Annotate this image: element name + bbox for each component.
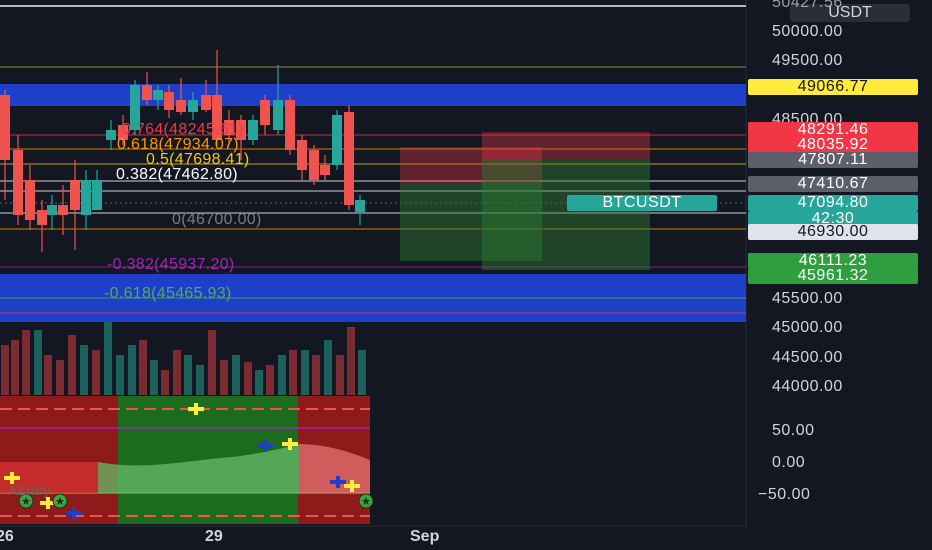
trade-marker-icon (46, 497, 50, 509)
short-position-stop (482, 132, 650, 160)
volume-bar (220, 360, 228, 395)
volume-bar (116, 355, 124, 395)
volume-bar (11, 340, 19, 395)
volume-bar (289, 350, 297, 395)
candle (248, 120, 258, 140)
volume-bar (278, 355, 286, 395)
candle (47, 205, 57, 215)
price-axis-label: 50000.00 (772, 23, 843, 40)
price-axis-label: 45500.00 (772, 290, 843, 307)
trade-marker-icon (288, 438, 292, 450)
volume-bar (139, 340, 147, 395)
short-position-target (482, 160, 650, 270)
candle (273, 100, 283, 130)
volume-bar (44, 355, 52, 395)
candle (285, 100, 295, 150)
candle (70, 180, 80, 210)
candle (58, 205, 68, 215)
volume-bar (336, 355, 344, 395)
volume-bar (56, 360, 64, 395)
supply-zone (0, 84, 746, 106)
trade-marker-icon (72, 507, 76, 519)
fib-level-label: -0.382(45937.20) (107, 256, 235, 273)
trading-chart[interactable]: USDT 50427.56 50000.00 49500.00 48500.00… (0, 0, 932, 550)
candle (297, 140, 307, 170)
candle (81, 180, 91, 215)
volume-bar (68, 335, 76, 395)
price-tag-green: 45961.32 (748, 268, 918, 284)
candle (37, 210, 47, 225)
volume-bar (347, 327, 355, 395)
date-axis-label: Sep (410, 528, 440, 545)
trade-marker-icon (336, 476, 340, 488)
candle (201, 95, 211, 110)
candle (0, 95, 10, 160)
volume-bar (208, 330, 216, 395)
candle (344, 112, 354, 205)
volume-bar (266, 365, 274, 395)
candle (260, 100, 270, 125)
price-tag-current: 47094.80 (748, 195, 918, 211)
volume-bar (128, 345, 136, 395)
candle (13, 150, 23, 215)
price-axis-label: 49500.00 (772, 52, 843, 69)
oscillator-axis-label: −50.00 (758, 486, 811, 503)
price-axis-label: 44000.00 (772, 378, 843, 395)
volume-bar (232, 355, 240, 395)
price-tag-yellow: 49066.77 (748, 79, 918, 95)
volume-bar (184, 355, 192, 395)
volume-bar (80, 345, 88, 395)
price-tag-white: 46930.00 (748, 224, 918, 240)
volume-bar (22, 330, 30, 395)
price-tag-gray: 47807.11 (748, 152, 918, 168)
candle (142, 85, 152, 100)
volume-bar (173, 350, 181, 395)
fib-level-label: -0.618(45465.93) (104, 285, 232, 302)
volume-bar (92, 350, 100, 395)
date-axis-label: 29 (205, 528, 223, 545)
candle (176, 100, 186, 112)
candle (332, 115, 342, 165)
candle (188, 100, 198, 112)
volume-bar (244, 362, 252, 395)
fib-level-label: 0.382(47462.80) (116, 166, 238, 183)
volume-bar (255, 370, 263, 395)
volume-bar (1, 345, 9, 395)
price-axis-top-partial: 50427.56 (772, 0, 843, 11)
candle (106, 130, 116, 140)
price-axis-label: 45000.00 (772, 319, 843, 336)
volume-bar (301, 350, 309, 395)
trade-marker-icon (263, 440, 267, 452)
candle (355, 200, 365, 212)
candle (164, 92, 174, 110)
indicator-label: AEntry (8, 482, 51, 498)
volume-bar (34, 330, 42, 395)
volume-bar (150, 360, 158, 395)
oscillator-axis-label: 0.00 (772, 454, 806, 471)
oscillator-axis-label: 50.00 (772, 422, 815, 439)
volume-bar (196, 365, 204, 395)
volume-bar (358, 350, 366, 395)
price-axis-label: 44500.00 (772, 349, 843, 366)
fib-level-label: 0(46700.00) (172, 211, 262, 228)
candle (309, 150, 319, 180)
symbol-tag[interactable]: BTCUSDT (567, 195, 717, 211)
candle (153, 90, 163, 100)
candle (320, 165, 330, 175)
candle (25, 180, 35, 220)
trade-marker-icon (194, 403, 198, 415)
volume-bar (312, 355, 320, 395)
volume-bar (104, 322, 112, 395)
volume-bar (161, 370, 169, 395)
price-tag-gray: 47410.67 (748, 176, 918, 192)
candle (92, 180, 102, 210)
date-axis-label: 26 (0, 528, 14, 545)
trade-marker-icon (350, 480, 354, 492)
volume-bar (324, 340, 332, 395)
